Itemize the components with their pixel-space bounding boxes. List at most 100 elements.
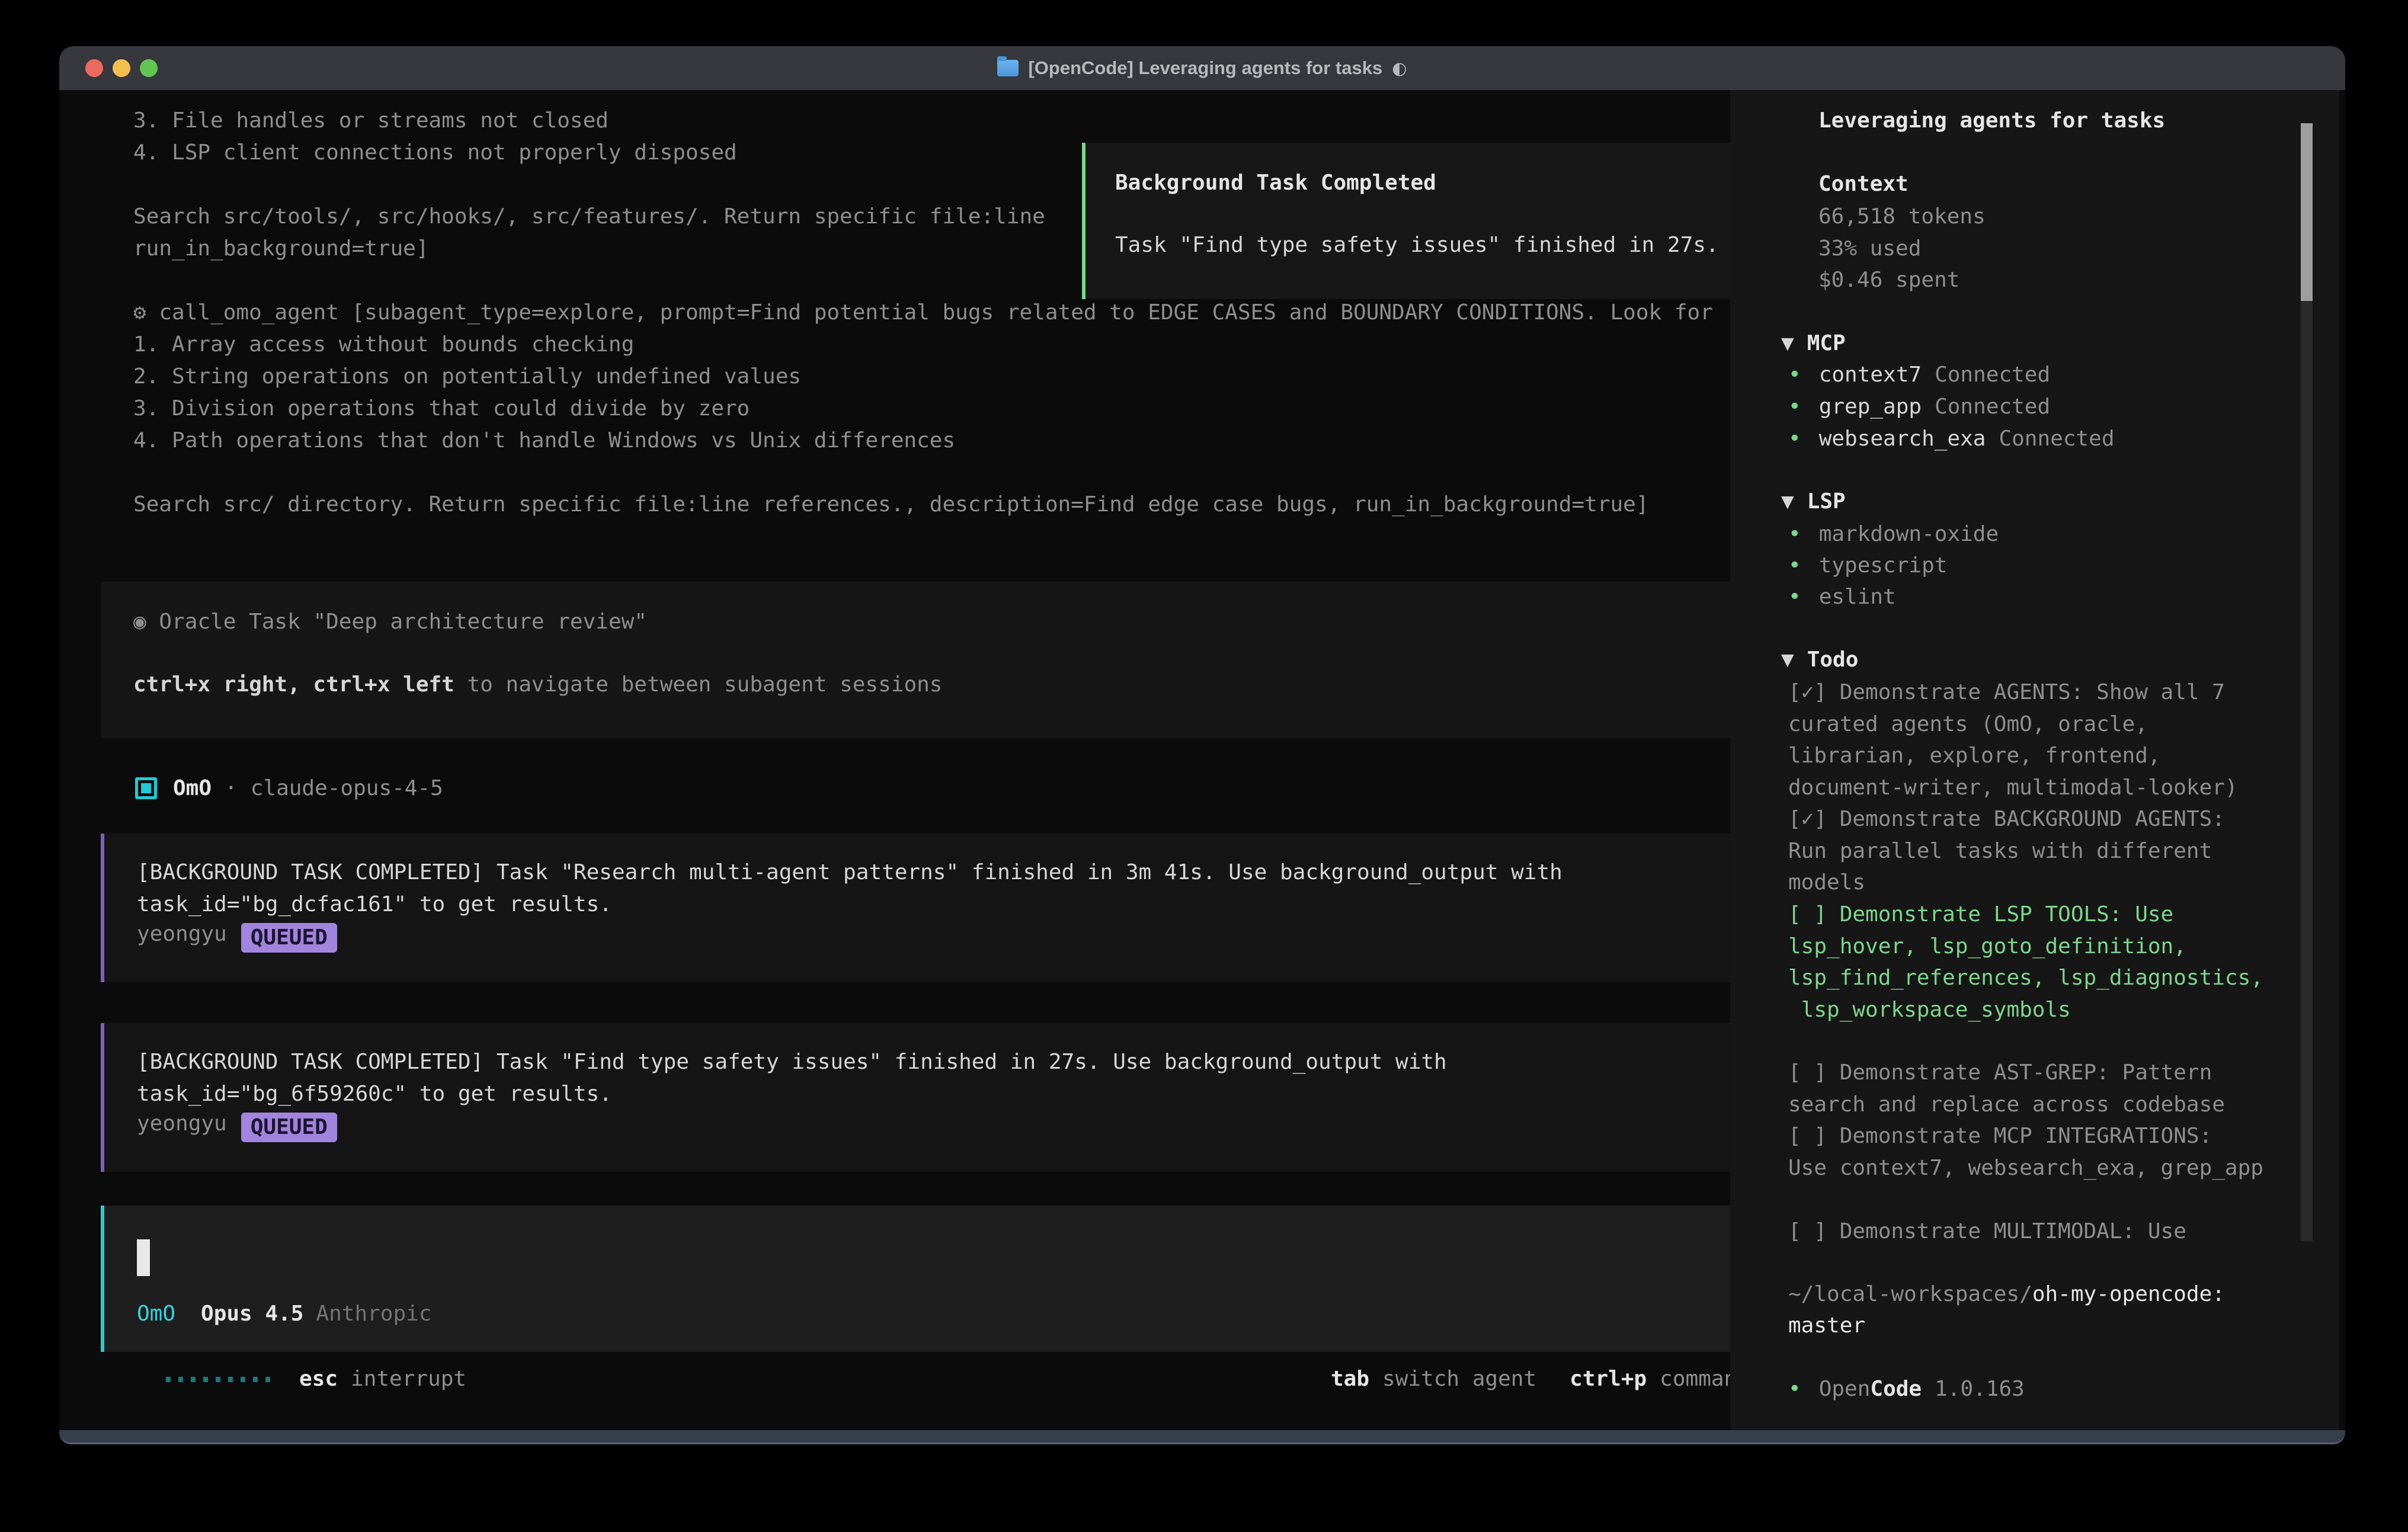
tool-call-text: call_omo_agent [subagent_type=explore, p…	[146, 300, 1713, 325]
mcp-item-name: websearch_exa	[1819, 427, 1986, 451]
lsp-item: • typescript	[1788, 550, 1947, 582]
agent-model: claude-opus-4-5	[251, 776, 443, 800]
hint-text: to navigate between subagent sessions	[454, 672, 943, 697]
app-name-bold: Code	[1870, 1377, 1922, 1401]
radio-selected-icon: ◉	[133, 610, 146, 634]
omo-agent-icon	[135, 777, 157, 799]
bullet-icon: •	[1788, 395, 1801, 419]
mcp-item-status: Connected	[1999, 427, 2114, 451]
bullet-icon: •	[1788, 427, 1801, 451]
activity-dots-icon	[166, 1363, 270, 1395]
input-model-row: OmO Opus 4.5 Anthropic	[137, 1298, 432, 1330]
task-message-line2: task_id="bg_6f59260c" to get results.	[137, 1078, 612, 1110]
hint-keys: ctrl+x right, ctrl+x left	[133, 672, 454, 697]
oracle-task-title: ◉ Oracle Task "Deep architecture review"	[133, 606, 647, 638]
task-message: [BACKGROUND TASK COMPLETED] Task "Find t…	[101, 1023, 1757, 1172]
task-message-line1: [BACKGROUND TASK COMPLETED] Task "Find t…	[137, 1046, 1447, 1078]
commands-key-hint: ctrl+p	[1570, 1367, 1647, 1391]
tool-call-block: 1. Array access without bounds checking …	[133, 329, 1649, 521]
task-message-meta: yeongyu QUEUED	[137, 1108, 337, 1142]
sidebar-scrollbar-thumb[interactable]	[2301, 123, 2313, 301]
lsp-item-name: markdown-oxide	[1819, 522, 1999, 546]
lsp-heading: LSP	[1807, 489, 1846, 514]
lsp-item: • eslint	[1788, 581, 1896, 613]
agent-header: OmO · claude-opus-4-5	[173, 773, 443, 805]
session-state-icon: ◐	[1392, 58, 1407, 78]
todo-heading: Todo	[1807, 648, 1859, 672]
mcp-item: • grep_app Connected	[1788, 391, 2050, 423]
mcp-heading: MCP	[1807, 331, 1846, 355]
mcp-item-name: context7	[1819, 363, 1922, 387]
chevron-down-icon: ▼	[1781, 648, 1794, 672]
mcp-item: • websearch_exa Connected	[1788, 423, 2115, 455]
app-window: [OpenCode] Leveraging agents for tasks ◐…	[59, 46, 2345, 1444]
gear-icon: ⚙	[133, 300, 146, 325]
version-row: • OpenCode 1.0.163	[1788, 1373, 2025, 1405]
sidebar-session-title: Leveraging agents for tasks	[1818, 105, 2165, 137]
bullet-icon: •	[1788, 585, 1801, 609]
background-task-notification: Background Task Completed Task "Find typ…	[1082, 143, 1756, 299]
titlebar[interactable]: [OpenCode] Leveraging agents for tasks ◐	[59, 46, 2345, 90]
bullet-icon: •	[1788, 1377, 1801, 1401]
window-bottom-edge	[59, 1430, 2345, 1444]
workspace-path: ~/local-workspaces/oh-my-opencode:	[1788, 1278, 2225, 1310]
todo-active-item: [ ] Demonstrate LSP TOOLS: Use lsp_hover…	[1788, 899, 2263, 1025]
text-cursor	[137, 1239, 150, 1276]
task-message: [BACKGROUND TASK COMPLETED] Task "Resear…	[101, 834, 1757, 982]
separator-dot: ·	[225, 776, 238, 800]
app-version-number: 1.0.163	[1935, 1377, 2025, 1401]
mcp-item: • context7 Connected	[1788, 359, 2050, 391]
mcp-section-header[interactable]: ▼ MCP	[1781, 328, 1846, 360]
status-badge: QUEUED	[241, 923, 337, 953]
oracle-task-label: Oracle Task "Deep architecture review"	[146, 610, 647, 634]
chevron-down-icon: ▼	[1781, 489, 1794, 514]
context-heading: Context	[1818, 168, 1909, 200]
prompt-input[interactable]: OmO Opus 4.5 Anthropic	[101, 1206, 1837, 1352]
folder-icon	[997, 60, 1019, 76]
todo-done-items: [✓] Demonstrate AGENTS: Show all 7 curat…	[1788, 677, 2238, 899]
agent-name: OmO	[173, 776, 212, 800]
input-model-name: Opus 4.5	[201, 1302, 303, 1326]
workspace-path-name: oh-my-opencode:	[2032, 1282, 2225, 1306]
mcp-item-name: grep_app	[1819, 395, 1922, 419]
bullet-icon: •	[1788, 363, 1801, 387]
window-title-area: [OpenCode] Leveraging agents for tasks ◐	[59, 46, 2345, 90]
subagent-nav-hint: ctrl+x right, ctrl+x left to navigate be…	[133, 669, 942, 701]
todo-section-header[interactable]: ▼ Todo	[1781, 644, 1858, 676]
scrollback-text: 3. File handles or streams not closed 4.…	[133, 105, 1045, 265]
window-title: [OpenCode] Leveraging agents for tasks	[1028, 57, 1382, 79]
lsp-item-name: typescript	[1819, 553, 1948, 578]
task-message-line1: [BACKGROUND TASK COMPLETED] Task "Resear…	[137, 857, 1562, 889]
notification-body: Task "Find type safety issues" finished …	[1115, 229, 1719, 261]
task-message-line2: task_id="bg_dcfac161" to get results.	[137, 889, 612, 921]
context-stats: 66,518 tokens 33% used $0.46 spent	[1818, 201, 1986, 296]
workspace-path-prefix: ~/local-workspaces/	[1788, 1282, 2032, 1306]
lsp-section-header[interactable]: ▼ LSP	[1781, 486, 1846, 518]
tab-key-label: switch agent	[1382, 1367, 1536, 1391]
chevron-down-icon: ▼	[1781, 331, 1794, 355]
notification-title: Background Task Completed	[1115, 167, 1436, 199]
app-name-prefix: Open	[1819, 1377, 1871, 1401]
workspace-branch: master	[1788, 1310, 1865, 1342]
input-agent-name: OmO	[137, 1302, 175, 1326]
todo-pending-items: [ ] Demonstrate AST-GREP: Pattern search…	[1788, 1057, 2263, 1247]
user-name: yeongyu	[137, 1111, 227, 1136]
oracle-task-panel[interactable]: ◉ Oracle Task "Deep architecture review"…	[101, 582, 1757, 738]
statusbar-right: tabswitch agentctrl+pcommands	[1331, 1363, 1763, 1395]
bullet-icon: •	[1788, 553, 1801, 578]
lsp-item-name: eslint	[1819, 585, 1896, 609]
mcp-item-status: Connected	[1935, 363, 2050, 387]
lsp-item: •markdown-oxide	[1788, 518, 1999, 550]
mcp-item-status: Connected	[1935, 395, 2050, 419]
esc-key-hint: esc	[299, 1367, 338, 1391]
task-message-meta: yeongyu QUEUED	[137, 918, 337, 953]
session-sidebar: Leveraging agents for tasks Context 66,5…	[1730, 90, 2339, 1430]
input-provider-name: Anthropic	[316, 1302, 431, 1326]
status-badge: QUEUED	[241, 1113, 337, 1142]
esc-key-label: interrupt	[351, 1367, 466, 1391]
user-name: yeongyu	[137, 922, 227, 946]
tab-key-hint: tab	[1331, 1367, 1369, 1391]
tool-call-line: ⚙ call_omo_agent [subagent_type=explore,…	[133, 297, 1713, 329]
statusbar-left: esc interrupt	[299, 1363, 466, 1395]
terminal-content: 3. File handles or streams not closed 4.…	[59, 90, 2345, 1430]
